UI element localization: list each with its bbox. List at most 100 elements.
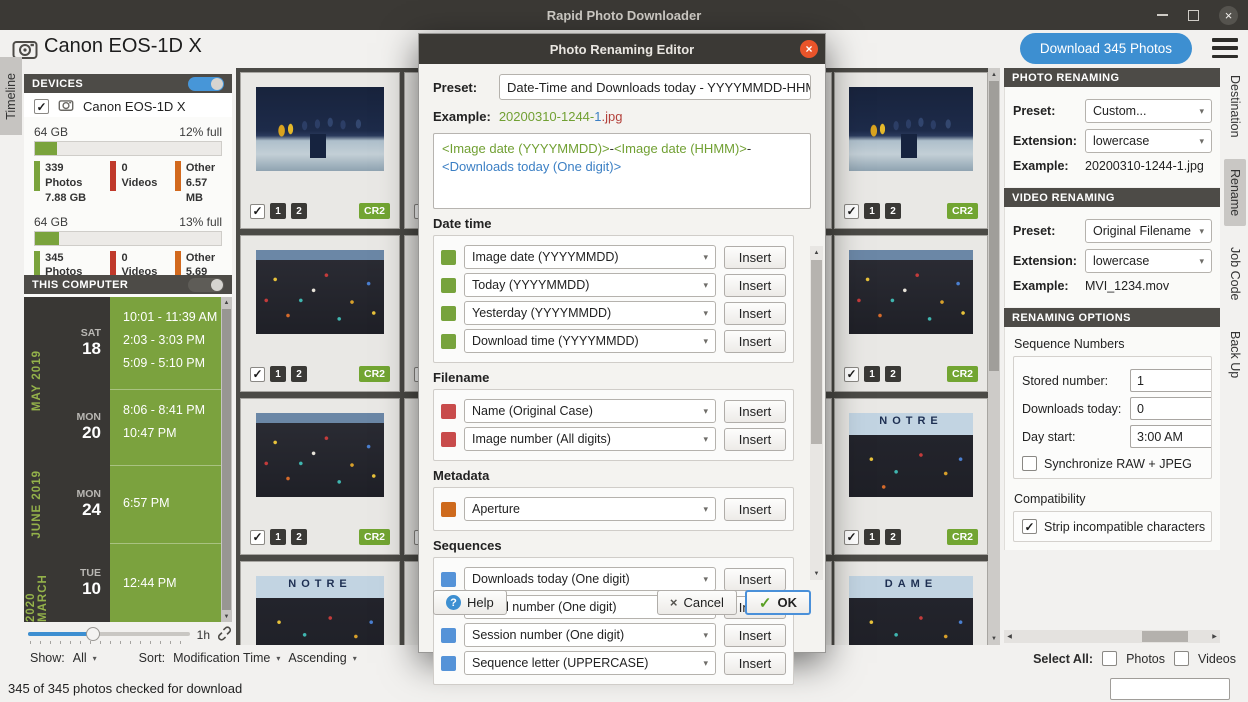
- timeline-scrollbar[interactable]: ▲ ▼: [221, 297, 232, 622]
- maximize-button[interactable]: [1188, 10, 1199, 21]
- token-dropdown[interactable]: Name (Original Case)▾: [464, 399, 716, 423]
- timeline-slider[interactable]: [28, 627, 190, 643]
- pattern-token[interactable]: <Image date (YYYYMMDD)>: [442, 141, 610, 156]
- token-dropdown[interactable]: Session number (One digit)▾: [464, 623, 716, 647]
- menu-icon[interactable]: [1212, 38, 1238, 58]
- thumb-checkbox[interactable]: ✓: [250, 530, 265, 545]
- insert-button[interactable]: Insert: [724, 302, 786, 325]
- download-button[interactable]: Download 345 Photos: [1020, 33, 1192, 64]
- insert-button[interactable]: Insert: [724, 428, 786, 451]
- thumbnail-card[interactable]: ✓ 1 2 CR2: [240, 72, 400, 229]
- strip-characters-checkbox[interactable]: ✓: [1022, 519, 1037, 534]
- token-dropdown[interactable]: Sequence letter (UPPERCASE)▾: [464, 651, 716, 675]
- insert-button[interactable]: Insert: [724, 330, 786, 353]
- close-button[interactable]: ×: [1219, 6, 1238, 25]
- day-start-input[interactable]: 3:00 AM: [1130, 425, 1211, 448]
- token-dropdown[interactable]: Downloads today (One digit)▾: [464, 567, 716, 591]
- thumbnail-card[interactable]: ✓ 1 2 CR2: [834, 72, 988, 229]
- sync-raw-jpeg-checkbox[interactable]: [1022, 456, 1037, 471]
- insert-button[interactable]: Insert: [724, 246, 786, 269]
- scroll-down-icon[interactable]: ▼: [221, 611, 232, 622]
- thumb-checkbox[interactable]: ✓: [844, 367, 859, 382]
- tab-destination[interactable]: Destination: [1224, 65, 1246, 148]
- thumb-checkbox[interactable]: ✓: [250, 204, 265, 219]
- device-checkbox[interactable]: ✓: [34, 99, 49, 114]
- photo-extension-dropdown[interactable]: lowercase▾: [1085, 129, 1212, 153]
- slider-handle[interactable]: [86, 627, 100, 641]
- dropdown-arrow-icon: ▾: [1193, 256, 1204, 267]
- token-dropdown[interactable]: Image date (YYYYMMDD)▾: [464, 245, 716, 269]
- token-dropdown[interactable]: Yesterday (YYYYMMDD)▾: [464, 301, 716, 325]
- pattern-token[interactable]: <Image date (HHMM)>: [614, 141, 747, 156]
- insert-button[interactable]: Insert: [724, 400, 786, 423]
- rename-pattern-editor[interactable]: <Image date (YYYYMMDD)> -<Image date (HHM…: [433, 133, 811, 209]
- preset-dropdown[interactable]: Date-Time and Downloads today - YYYYMMDD…: [499, 74, 811, 100]
- dropdown-arrow-icon: ▾: [697, 504, 708, 515]
- timeline-day-row[interactable]: TUE 10 12:44 PM: [50, 543, 221, 622]
- scroll-down-icon[interactable]: ▼: [988, 633, 1000, 644]
- time-range: 2:03 - 3:03 PM: [123, 329, 221, 352]
- pattern-token[interactable]: <Downloads today (One digit)>: [442, 159, 621, 174]
- photo-banner-text: DAME: [849, 578, 973, 590]
- strip-characters-label: Strip incompatible characters: [1044, 520, 1205, 534]
- help-button[interactable]: ? Help: [433, 590, 507, 615]
- sort-dropdown[interactable]: Modification Time▾: [173, 651, 280, 665]
- tab-rename[interactable]: Rename: [1224, 159, 1246, 226]
- insert-button[interactable]: Insert: [724, 274, 786, 297]
- minimize-button[interactable]: [1157, 14, 1168, 16]
- insert-button[interactable]: Insert: [724, 652, 786, 675]
- timeline-day-row[interactable]: SAT 18 10:01 - 11:39 AM 2:03 - 3:03 PM 5…: [50, 297, 221, 389]
- thumbnail-card[interactable]: NOTRE ✓ 1 2 CR2: [240, 561, 400, 645]
- stored-number-input[interactable]: 1: [1130, 369, 1211, 392]
- thumbnails-scrollbar[interactable]: ▲ ▼: [988, 68, 1000, 645]
- pattern-literal[interactable]: -: [747, 141, 751, 156]
- devices-toggle[interactable]: [188, 77, 224, 91]
- thumb-checkbox[interactable]: ✓: [844, 204, 859, 219]
- this-computer-toggle[interactable]: [188, 278, 224, 292]
- bottom-right-input[interactable]: [1110, 678, 1230, 700]
- cancel-button[interactable]: × Cancel: [657, 590, 737, 615]
- thumbnail-card[interactable]: ✓ 1 2 CR2: [240, 235, 400, 392]
- thumb-checkbox[interactable]: ✓: [844, 530, 859, 545]
- scroll-up-icon[interactable]: ▲: [810, 247, 823, 258]
- thumb-checkbox[interactable]: ✓: [250, 367, 265, 382]
- thumbnail-card[interactable]: DAME: [834, 561, 988, 645]
- show-dropdown[interactable]: All▾: [73, 651, 97, 665]
- thumbnail-card[interactable]: ✓ 1 2 CR2: [834, 235, 988, 392]
- this-computer-header: THIS COMPUTER: [24, 275, 232, 294]
- scroll-left-icon[interactable]: ◀: [1004, 630, 1015, 643]
- insert-button[interactable]: Insert: [724, 624, 786, 647]
- timeline-day-row[interactable]: MON 20 8:06 - 8:41 PM 10:47 PM: [50, 389, 221, 465]
- unlink-icon[interactable]: [217, 626, 232, 644]
- dialog-scrollbar[interactable]: ▲ ▼: [810, 246, 823, 580]
- video-preset-dropdown[interactable]: Original Filename▾: [1085, 219, 1212, 243]
- insert-button[interactable]: Insert: [724, 498, 786, 521]
- token-dropdown[interactable]: Download time (YYYYMMDD)▾: [464, 329, 716, 353]
- device-row[interactable]: ✓ Canon EOS-1D X: [24, 93, 232, 120]
- ok-button[interactable]: ✓ OK: [745, 590, 811, 615]
- thumbnail-card[interactable]: NOTRE ✓ 1 2 CR2: [834, 398, 988, 555]
- scroll-right-icon[interactable]: ▶: [1209, 630, 1220, 643]
- video-extension-dropdown[interactable]: lowercase▾: [1085, 249, 1212, 273]
- insert-button[interactable]: Insert: [724, 568, 786, 591]
- dialog-close-button[interactable]: ×: [800, 40, 818, 58]
- tab-timeline[interactable]: Timeline: [0, 57, 22, 135]
- select-all-photos-checkbox[interactable]: [1102, 651, 1117, 666]
- select-all-videos-checkbox[interactable]: [1174, 651, 1189, 666]
- token-dropdown[interactable]: Aperture▾: [464, 497, 716, 521]
- thumbnail-card[interactable]: ✓ 1 2 CR2: [240, 398, 400, 555]
- scroll-up-icon[interactable]: ▲: [988, 69, 1000, 80]
- downloads-today-input[interactable]: 0: [1130, 397, 1211, 420]
- example-label: Example:: [1013, 279, 1079, 293]
- scroll-down-icon[interactable]: ▼: [810, 568, 823, 579]
- rename-panel-hscrollbar[interactable]: ◀ ▶: [1004, 630, 1220, 643]
- tab-back-up[interactable]: Back Up: [1224, 321, 1246, 388]
- token-dropdown[interactable]: Image number (All digits)▾: [464, 427, 716, 451]
- scroll-up-icon[interactable]: ▲: [221, 297, 232, 308]
- sort-order-dropdown[interactable]: Ascending▾: [288, 651, 356, 665]
- token-dropdown[interactable]: Today (YYYYMMDD)▾: [464, 273, 716, 297]
- photo-preset-dropdown[interactable]: Custom...▾: [1085, 99, 1212, 123]
- timeline-day-row[interactable]: MON 24 6:57 PM: [50, 465, 221, 543]
- tab-job-code[interactable]: Job Code: [1224, 237, 1246, 311]
- filename-swatch: [441, 404, 456, 419]
